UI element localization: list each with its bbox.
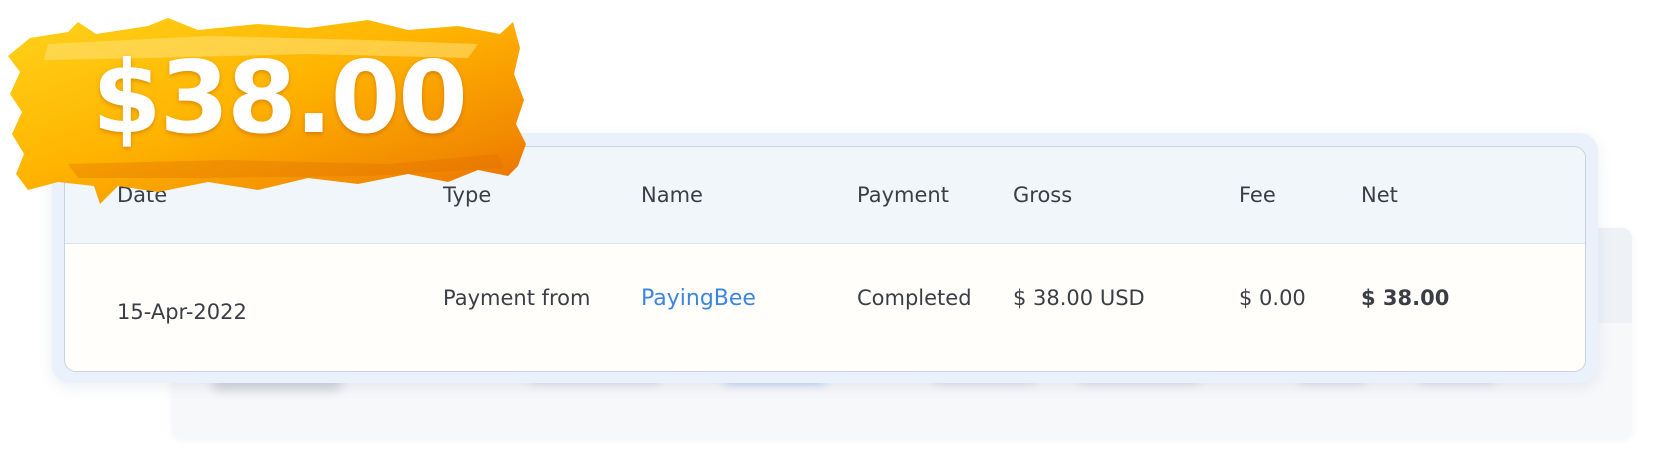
row-payment-status: Completed (857, 286, 972, 310)
row-net: $ 38.00 (1361, 286, 1450, 310)
header-gross: Gross (1013, 183, 1073, 207)
row-date: 15-Apr-2022 (117, 300, 247, 324)
header-net: Net (1361, 183, 1398, 207)
row-gross: $ 38.00 USD (1013, 286, 1145, 310)
row-type: Payment from (443, 286, 591, 310)
header-fee: Fee (1239, 183, 1276, 207)
row-name-link[interactable]: PayingBee (641, 286, 756, 311)
row-fee: $ 0.00 (1239, 286, 1306, 310)
header-name: Name (641, 183, 703, 207)
table-row[interactable]: 15-Apr-2022 Payment from PayingBee Compl… (65, 244, 1585, 371)
amount-badge-text: $38.00 (92, 39, 468, 156)
header-payment: Payment (857, 183, 949, 207)
amount-badge: $38.00 (8, 14, 548, 210)
